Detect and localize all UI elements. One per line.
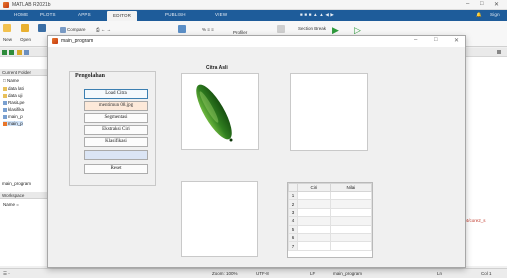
mfile-icon: [3, 121, 7, 126]
line-ending: LF: [310, 271, 316, 276]
file-item[interactable]: klasifika: [3, 107, 24, 112]
figure-maximize-icon[interactable]: □: [434, 37, 438, 43]
figure-close-icon[interactable]: ✕: [454, 37, 459, 44]
file-item[interactable]: main_p: [3, 114, 23, 119]
tab-home[interactable]: HOME: [14, 12, 28, 17]
section-icon[interactable]: [277, 25, 285, 33]
compare-icon[interactable]: [60, 27, 66, 33]
forward-icon[interactable]: [9, 50, 14, 55]
table-row[interactable]: 3: [288, 207, 373, 218]
original-image-caption: Citra Asli: [206, 65, 228, 71]
row-number: 6: [288, 232, 298, 243]
cucumber-image: [196, 84, 233, 142]
file-icon: [3, 114, 7, 119]
figure-icon: [52, 38, 58, 44]
table-row[interactable]: 6: [288, 232, 373, 243]
find-icon[interactable]: [178, 25, 186, 33]
feature-axes: [181, 181, 258, 257]
column-number: Col 1: [481, 271, 492, 276]
minimize-icon[interactable]: –: [466, 1, 469, 7]
file-icon: [3, 100, 7, 105]
load-image-button[interactable]: Load Citra: [84, 89, 148, 99]
browse-icon[interactable]: [24, 50, 29, 55]
table-row[interactable]: 7: [288, 241, 373, 251]
table-row[interactable]: 4: [288, 216, 373, 226]
encoding: UTF-8: [256, 271, 269, 276]
zoom-level: Zoom: 100%: [212, 271, 238, 276]
comment-icons[interactable]: % ≡ ≡: [202, 27, 214, 32]
folder-item[interactable]: data uji: [3, 93, 23, 98]
up-folder-icon[interactable]: [17, 50, 22, 55]
folder-icon: [3, 93, 7, 98]
section-break-label[interactable]: Section Break: [298, 26, 326, 31]
tab-editor[interactable]: EDITOR: [107, 11, 138, 21]
row-number: 4: [288, 216, 298, 226]
segmentation-axes: [290, 73, 368, 151]
figure-minimize-icon[interactable]: –: [414, 37, 417, 43]
matlab-title: MATLAB R2021b: [12, 2, 51, 8]
classification-result-field: [84, 150, 148, 160]
figure-title-bar: main_program – □ ✕: [48, 36, 465, 47]
filename-field: mentimun 08.jpg: [84, 101, 148, 111]
status-file: main_program: [333, 271, 363, 276]
new-label[interactable]: New: [3, 37, 12, 42]
panel-title: Pengolahan: [74, 73, 107, 79]
tab-apps[interactable]: APPS: [78, 12, 91, 17]
quick-access-icons[interactable]: ■ ■ ■ ▲ ▲ ◀ ▶: [300, 12, 334, 18]
column-header-value: Nilai: [329, 183, 373, 192]
maximize-icon[interactable]: □: [480, 1, 484, 7]
row-number: 7: [288, 241, 298, 251]
ribbon-tab-strip: HOME PLOTS APPS EDITOR PUBLISH VIEW ■ ■ …: [0, 10, 507, 29]
new-file-icon[interactable]: [3, 24, 11, 32]
row-number: 2: [288, 199, 298, 209]
file-icon: [3, 107, 7, 112]
open-folder-icon[interactable]: [21, 24, 29, 32]
address-dropdown-icon[interactable]: [497, 50, 501, 54]
processing-panel: Pengolahan Load Citra mentimun 08.jpg Se…: [69, 71, 156, 186]
table-row[interactable]: 1: [288, 190, 373, 201]
status-left: ☰ -: [3, 271, 10, 276]
figure-title: main_program: [61, 38, 94, 44]
segmentation-button[interactable]: Segmentasi: [84, 113, 148, 123]
row-number: 5: [288, 224, 298, 234]
table-row[interactable]: 5: [288, 224, 373, 234]
table-row[interactable]: 2: [288, 199, 373, 209]
tab-publish[interactable]: PUBLISH: [165, 12, 186, 17]
workspace-name-header[interactable]: Name =: [3, 202, 19, 207]
row-number: 1: [288, 190, 298, 201]
file-item[interactable]: RasiLpe: [3, 100, 25, 105]
editor-file-label: main_program: [2, 181, 32, 186]
figure-window: main_program – □ ✕ Pengolahan Load Citra…: [47, 35, 466, 268]
column-header-feature: Ciri: [297, 183, 331, 192]
reset-button[interactable]: Reset: [84, 164, 148, 174]
folder-icon: [3, 86, 7, 91]
matlab-logo-icon: [3, 2, 9, 8]
status-bar: ☰ - Zoom: 100% UTF-8 LF main_program Ln …: [0, 268, 507, 278]
classification-button[interactable]: Klasifikasi: [84, 137, 148, 147]
sign-in-link[interactable]: Sign: [490, 12, 500, 17]
name-column-header[interactable]: □ Name: [3, 78, 19, 83]
row-number: 3: [288, 207, 298, 218]
open-label[interactable]: Open: [20, 37, 31, 42]
print-icon[interactable]: ⎙ ← →: [96, 27, 111, 32]
feature-table[interactable]: Ciri Nilai 1 2 3 4 5 6 7: [287, 182, 373, 258]
back-icon[interactable]: [2, 50, 7, 55]
bell-icon[interactable]: 🔔: [476, 12, 482, 18]
file-item-selected[interactable]: main_p: [3, 121, 23, 126]
feature-extraction-button[interactable]: Ekstraksi Ciri: [84, 125, 148, 135]
table-corner: [288, 183, 298, 192]
line-number: Ln: [437, 271, 443, 276]
close-icon[interactable]: ✕: [494, 1, 499, 8]
tab-plots[interactable]: PLOTS: [40, 12, 56, 17]
original-image-axes: [181, 73, 259, 150]
tab-view[interactable]: VIEW: [215, 12, 227, 17]
compare-label[interactable]: Compare: [67, 27, 86, 32]
folder-item[interactable]: data lati: [3, 86, 24, 91]
matlab-title-bar: MATLAB R2021b – □ ✕: [0, 0, 507, 10]
save-icon[interactable]: [38, 24, 46, 32]
